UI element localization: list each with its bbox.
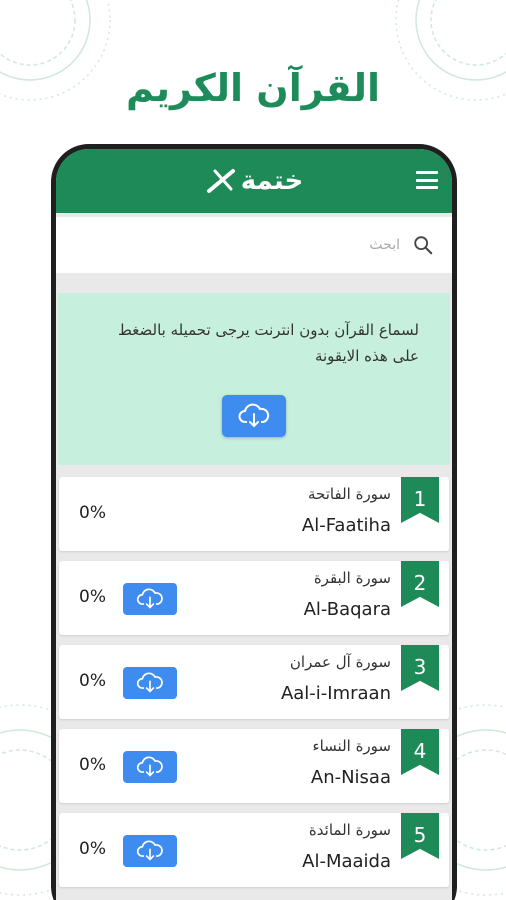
surah-number-badge: 1 [401, 477, 439, 523]
surah-english-name: An-Nisaa [310, 767, 391, 788]
surah-row[interactable]: 1 سورة الفاتحة Al-Faatiha 0% [59, 477, 449, 551]
page-title: القرآن الكريم [125, 66, 381, 110]
surah-number: 3 [413, 655, 427, 679]
menu-button[interactable] [416, 171, 438, 189]
surah-english-name: Aal-i-Imraan [280, 683, 391, 704]
notice-text: لسماع القرآن بدون انترنت يرجى تحميله بال… [118, 321, 419, 365]
menu-line [416, 171, 438, 174]
app-header: ختمة [56, 149, 452, 213]
surah-english-name: Al-Faatiha [301, 515, 391, 536]
surah-arabic-name: سورة آل عمران [289, 653, 391, 671]
surah-number-badge: 5 [401, 813, 439, 859]
cloud-download-icon [136, 756, 163, 777]
download-all-button[interactable] [222, 395, 286, 437]
surah-number: 1 [413, 487, 427, 511]
surah-english-name: Al-Baqara [303, 599, 391, 620]
surah-number: 2 [413, 571, 427, 595]
surah-row[interactable]: 5 سورة المائدة Al-Maaida 0% [59, 813, 449, 887]
surah-download-button[interactable] [123, 751, 177, 783]
download-progress: 0% [79, 587, 106, 607]
logo-quill-icon [206, 169, 235, 193]
surah-arabic-name: سورة البقرة [313, 569, 391, 587]
surah-row[interactable]: 4 سورة النساء An-Nisaa 0% [59, 729, 449, 803]
cloud-download-icon [136, 840, 163, 861]
app-screen: ختمة لسماع القرآن بدون انترنت يرجى تحميل… [56, 149, 452, 900]
menu-line [416, 186, 438, 189]
phone-frame: ختمة لسماع القرآن بدون انترنت يرجى تحميل… [51, 144, 457, 900]
search-input[interactable] [74, 237, 400, 253]
download-progress: 0% [79, 503, 106, 523]
cloud-download-icon [136, 672, 163, 693]
download-progress: 0% [79, 839, 106, 859]
surah-row[interactable]: 3 سورة آل عمران Aal-i-Imraan 0% [59, 645, 449, 719]
surah-number-badge: 2 [401, 561, 439, 607]
download-progress: 0% [79, 755, 106, 775]
surah-download-button[interactable] [123, 583, 177, 615]
surah-arabic-name: سورة المائدة [308, 821, 391, 839]
search-icon[interactable] [412, 234, 434, 256]
surah-number: 5 [413, 823, 427, 847]
logo-text: ختمة [240, 166, 304, 196]
app-logo: ختمة [205, 166, 304, 196]
surah-english-name: Al-Maaida [302, 851, 391, 872]
surah-number-badge: 3 [401, 645, 439, 691]
surah-download-button[interactable] [123, 667, 177, 699]
cloud-download-icon [238, 403, 270, 428]
surah-number-badge: 4 [401, 729, 439, 775]
surah-row[interactable]: 2 سورة البقرة Al-Baqara 0% [59, 561, 449, 635]
cloud-download-icon [136, 588, 163, 609]
surah-arabic-name: سورة النساء [312, 737, 391, 755]
search-bar [56, 217, 452, 273]
surah-list: 1 سورة الفاتحة Al-Faatiha 0% 2 سورة البق… [56, 477, 452, 887]
menu-line [416, 178, 438, 182]
surah-number: 4 [413, 739, 427, 763]
download-progress: 0% [79, 671, 106, 691]
surah-download-button[interactable] [123, 835, 177, 867]
surah-arabic-name: سورة الفاتحة [308, 485, 391, 503]
offline-notice: لسماع القرآن بدون انترنت يرجى تحميله بال… [58, 293, 450, 465]
